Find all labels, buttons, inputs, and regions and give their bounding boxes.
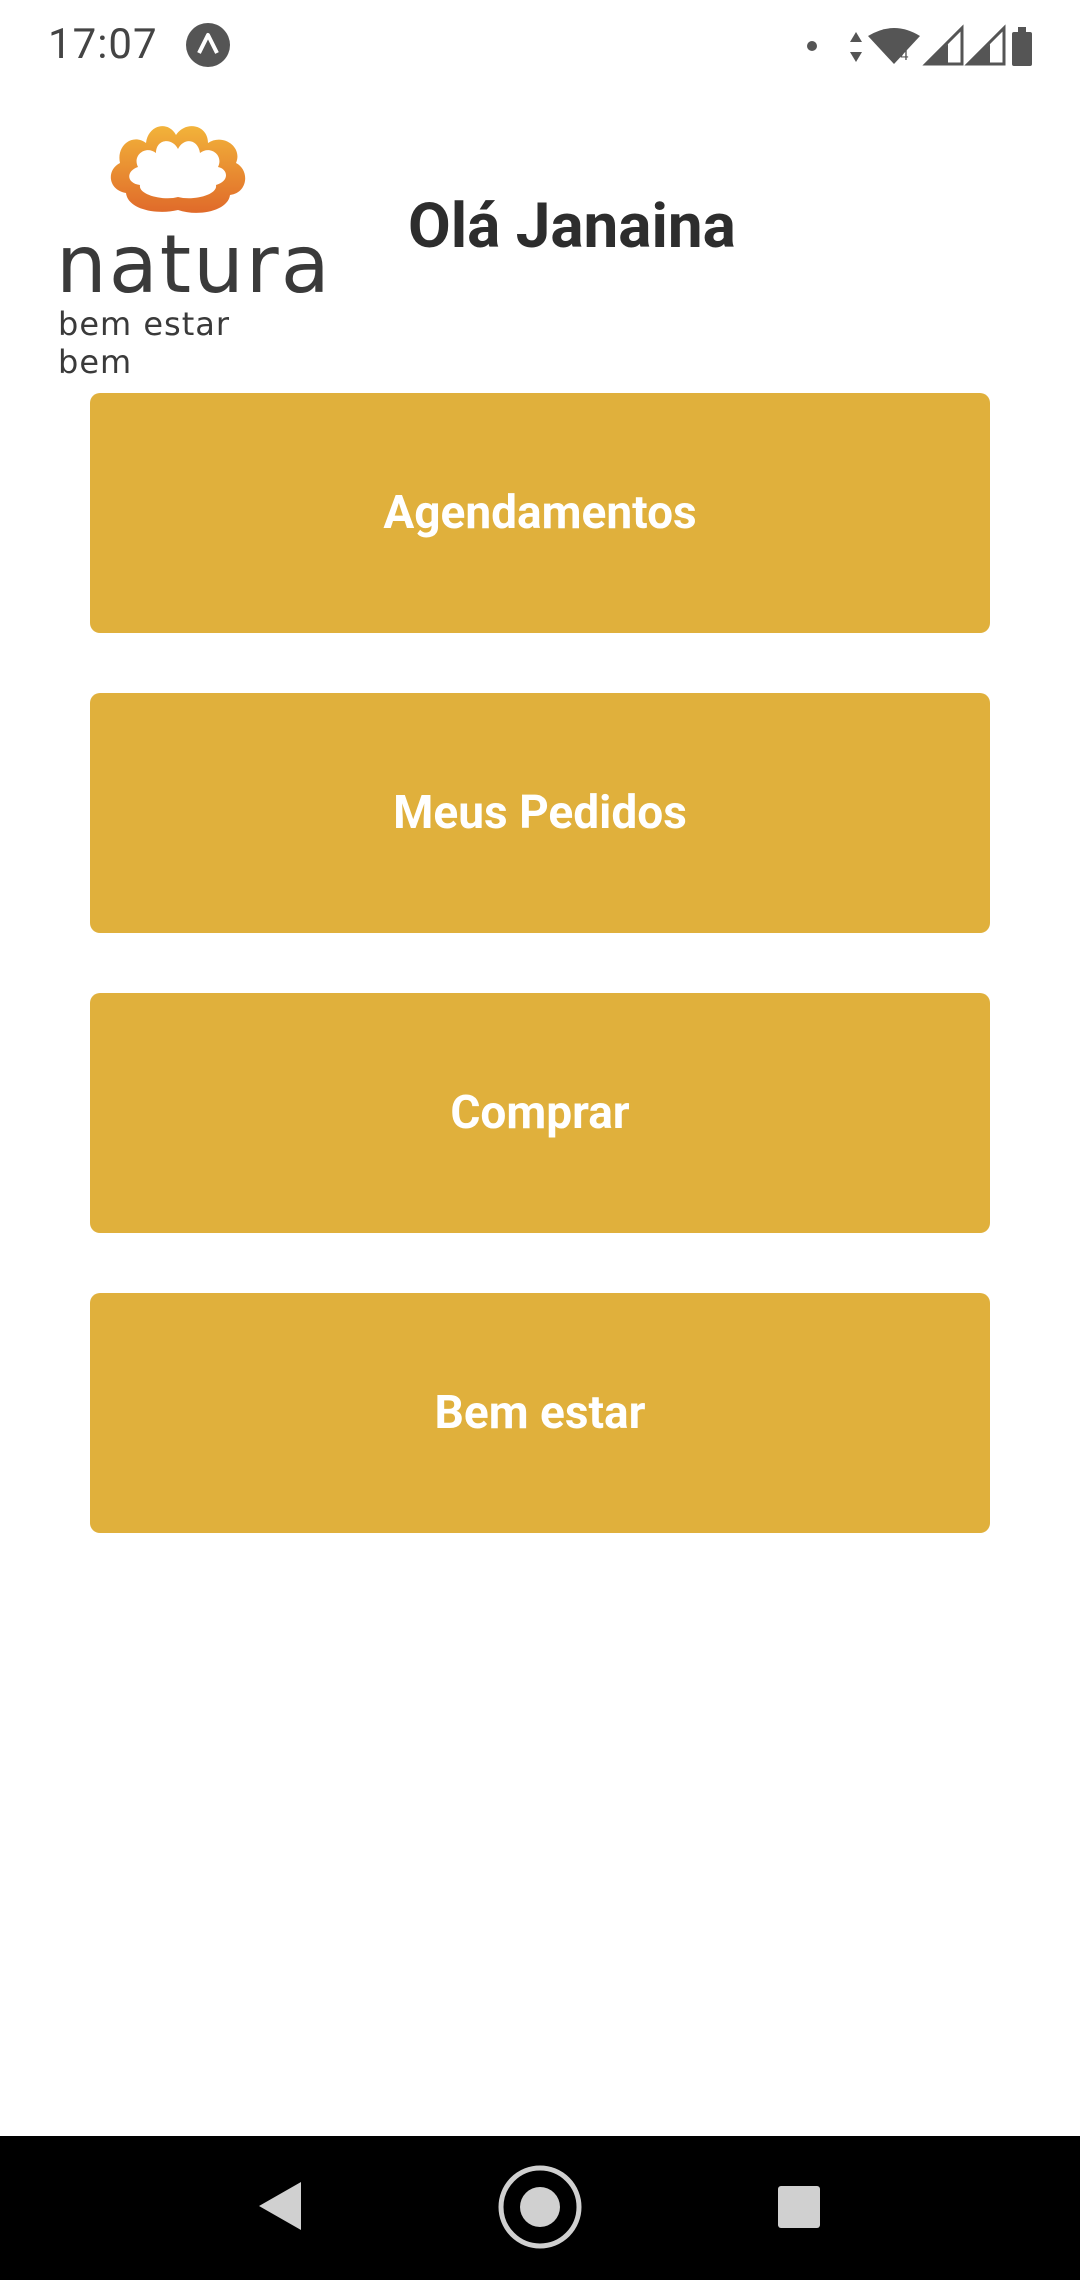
button-label: Bem estar bbox=[434, 1386, 646, 1440]
logo-tagline: bem estar bem bbox=[58, 305, 231, 381]
signal-icon bbox=[922, 24, 964, 66]
signal-icon bbox=[964, 24, 1006, 66]
system-nav-bar bbox=[0, 2136, 1080, 2280]
svg-text:4: 4 bbox=[900, 48, 909, 64]
app-notification-icon bbox=[185, 22, 231, 68]
data-arrows-icon bbox=[850, 32, 862, 62]
dot-icon bbox=[807, 41, 817, 51]
bem-estar-button[interactable]: Bem estar bbox=[90, 1293, 990, 1533]
agendamentos-button[interactable]: Agendamentos bbox=[90, 393, 990, 633]
status-icons: 4 bbox=[796, 22, 1036, 70]
logo-wordmark: natura bbox=[56, 218, 332, 311]
greeting-title: Olá Janaina bbox=[408, 190, 736, 263]
status-bar: 17:07 4 bbox=[0, 0, 1080, 92]
home-icon[interactable] bbox=[497, 2164, 583, 2254]
comprar-button[interactable]: Comprar bbox=[90, 993, 990, 1233]
button-label: Meus Pedidos bbox=[393, 786, 687, 840]
brand-logo: natura bem estar bem bbox=[52, 115, 330, 381]
meus-pedidos-button[interactable]: Meus Pedidos bbox=[90, 693, 990, 933]
back-icon[interactable] bbox=[255, 2178, 305, 2238]
wifi-icon: 4 bbox=[868, 28, 920, 64]
status-time: 17:07 bbox=[48, 20, 158, 69]
recents-icon[interactable] bbox=[776, 2184, 822, 2234]
button-label: Agendamentos bbox=[383, 486, 697, 540]
flower-logo-icon bbox=[110, 126, 246, 213]
battery-icon bbox=[1012, 27, 1032, 66]
button-label: Comprar bbox=[450, 1086, 630, 1140]
